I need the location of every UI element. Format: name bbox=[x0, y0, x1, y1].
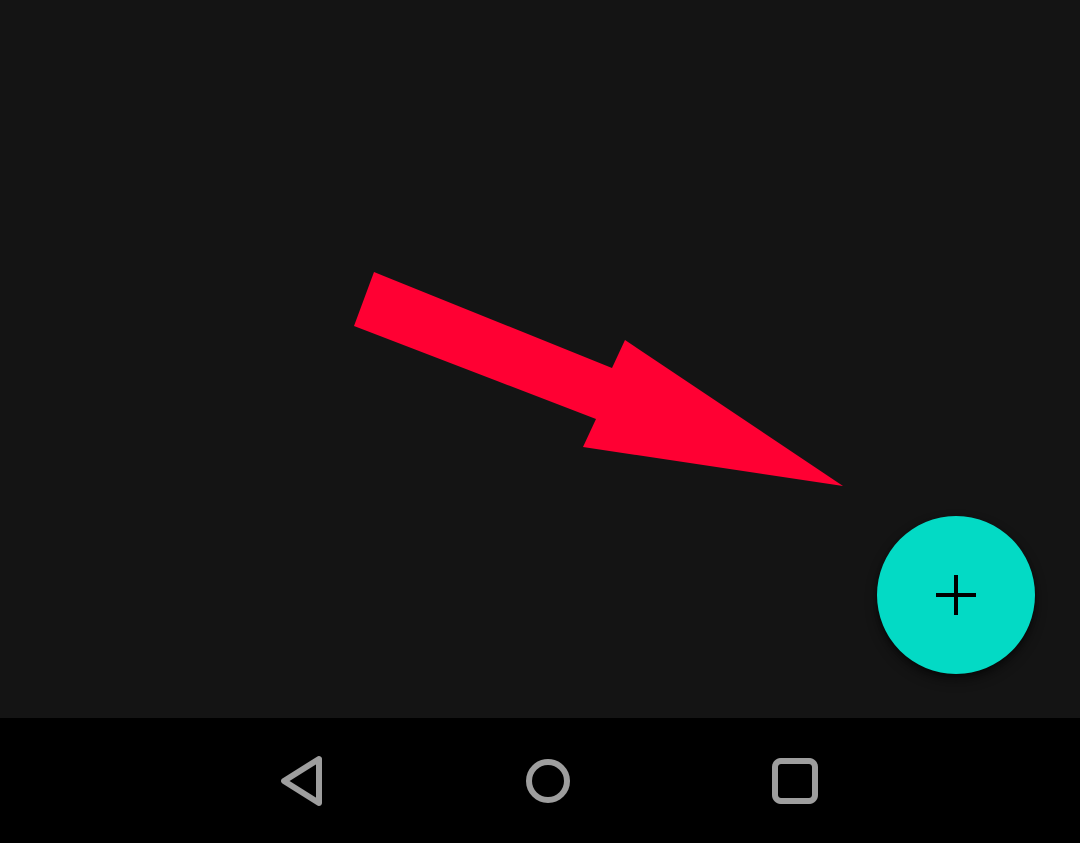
nav-back-button[interactable] bbox=[242, 718, 362, 843]
plus-icon bbox=[936, 575, 976, 615]
nav-home-button[interactable] bbox=[488, 718, 608, 843]
system-navigation-bar bbox=[0, 718, 1080, 843]
nav-recents-button[interactable] bbox=[735, 718, 855, 843]
add-fab-button[interactable] bbox=[877, 516, 1035, 674]
screen bbox=[0, 0, 1080, 843]
back-triangle-icon bbox=[281, 755, 322, 806]
recents-square-icon bbox=[772, 757, 818, 804]
home-circle-icon bbox=[526, 758, 570, 803]
